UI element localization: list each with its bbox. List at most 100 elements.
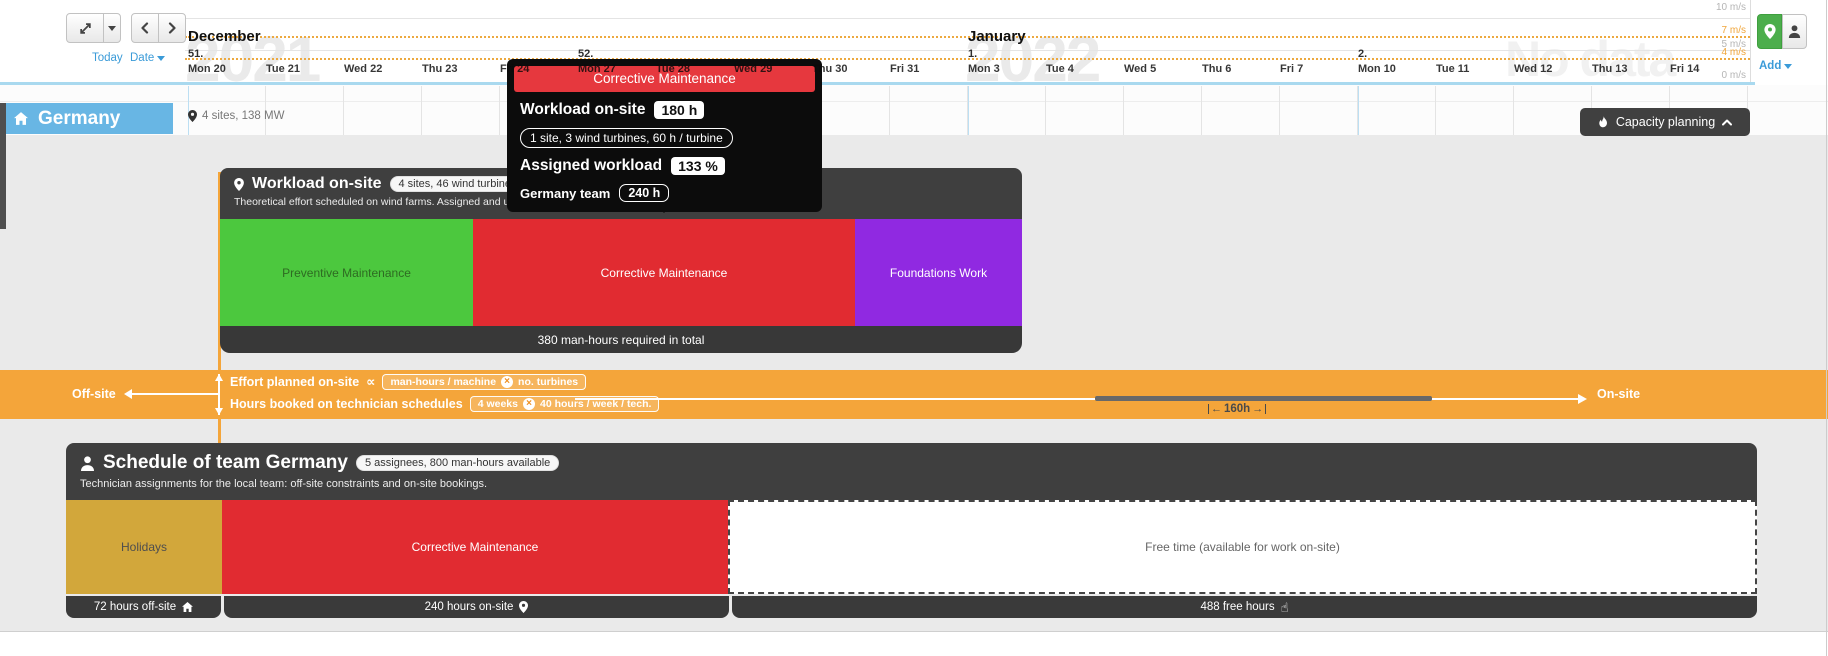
schedule-panel-badge: 5 assignees, 800 man-hours available (356, 455, 559, 471)
capacity-planning-app: 2021 2022 No data 10 m/s 7 m/s 5 m/s 4 m… (0, 0, 1828, 656)
add-dropdown[interactable]: Add (1759, 60, 1792, 72)
arrow-up-head-icon (215, 374, 223, 381)
workload-blocks: Preventive Maintenance Corrective Mainte… (220, 219, 1022, 326)
day-label: Fri 7 (1280, 63, 1303, 75)
on-site-hours-label: 240 hours on-site (425, 601, 514, 613)
workload-panel-title: Workload on-site (252, 175, 382, 193)
schedule-block-label: Holidays (121, 540, 167, 554)
day-label: Wed 22 (344, 63, 382, 75)
vertical-double-arrow (218, 374, 220, 415)
task-block-preventive-maintenance[interactable]: Preventive Maintenance (220, 219, 473, 326)
schedule-block-holidays[interactable]: Holidays (66, 500, 222, 594)
on-site-hours-footer: 240 hours on-site (224, 596, 729, 618)
workload-panel-footer: 380 man-hours required in total (220, 326, 1022, 353)
off-site-arrow (131, 393, 219, 395)
task-block-corrective-maintenance[interactable]: Corrective Maintenance (473, 219, 855, 326)
today-button[interactable]: Today (92, 52, 123, 64)
location-pin-icon (1764, 24, 1776, 39)
dimension-arrow-right-icon: → (1252, 404, 1263, 415)
schedule-panel-header: Schedule of team Germany 5 assignees, 80… (66, 443, 1757, 500)
expand-diagonal-icon (79, 22, 92, 35)
on-site-label: On-site (1597, 387, 1640, 401)
day-label: Tue 4 (1046, 63, 1074, 75)
schedule-footers: 72 hours off-site 240 hours on-site 488 … (66, 596, 1757, 618)
day-label: Wed 29 (734, 63, 772, 75)
tooltip-team-value: 240 h (619, 184, 669, 202)
chevron-left-icon (140, 22, 150, 34)
collapsed-panel-edge[interactable] (0, 103, 6, 229)
wind-scale-label: 7 m/s (1694, 25, 1746, 36)
task-tooltip: Corrective Maintenance Workload on-site … (507, 59, 822, 212)
free-hours-footer: 488 free hours ☝ (732, 596, 1757, 618)
arrow-left-head-icon (124, 389, 132, 399)
bottom-strip (0, 631, 1828, 656)
day-label: Fri 24 (500, 63, 529, 75)
formula-right: no. turbines (518, 376, 578, 388)
week-gridline (1358, 86, 1359, 135)
chevron-right-icon (167, 22, 177, 34)
day-label: Fri 14 (1670, 63, 1699, 75)
day-label: Thu 23 (422, 63, 457, 75)
zoom-options-button[interactable] (103, 13, 121, 43)
off-site-label: Off-site (72, 387, 116, 401)
team-meta: 4 sites, 138 MW (188, 110, 284, 122)
hand-pointer-icon: ☝ (1281, 601, 1289, 614)
day-label: Thu 6 (1202, 63, 1231, 75)
date-dropdown[interactable]: Date (130, 52, 165, 64)
team-schedule-panel: Schedule of team Germany 5 assignees, 80… (66, 443, 1757, 618)
hours-booked-label: Hours booked on technician schedules (230, 397, 463, 411)
schedule-block-corrective-maintenance[interactable]: Corrective Maintenance (222, 500, 728, 594)
team-meta-text: 4 sites, 138 MW (202, 110, 284, 122)
capacity-planning-label: Capacity planning (1616, 115, 1715, 129)
fire-icon (1598, 116, 1609, 129)
day-label: Thu 30 (812, 63, 847, 75)
tooltip-workload-label: Workload on-site (520, 101, 645, 119)
booked-hours-dimension: ← 160h → (1208, 403, 1266, 415)
wind-scale-label: 0 m/s (1694, 70, 1746, 81)
tooltip-workload-value: 180 h (654, 101, 704, 119)
wind-gridline-10 (185, 18, 1750, 19)
day-label: Mon 3 (968, 63, 1000, 75)
schedule-block-free-time[interactable]: Free time (available for work on-site) (728, 500, 1757, 594)
schedule-block-label: Free time (available for work on-site) (1145, 540, 1340, 554)
wind-scale-label: 4 m/s (1694, 47, 1746, 58)
next-period-button[interactable] (158, 13, 186, 43)
sites-view-button[interactable] (1757, 14, 1782, 49)
effort-planned-label: Effort planned on-site (230, 375, 359, 389)
proportional-icon: ∝ (366, 374, 375, 390)
multiply-icon: × (501, 376, 513, 388)
schedule-panel-description: Technician assignments for the local tea… (80, 478, 1743, 490)
task-block-foundations-work[interactable]: Foundations Work (855, 219, 1022, 326)
day-label: Fri 31 (890, 63, 919, 75)
person-icon (1788, 25, 1801, 38)
arrow-down-head-icon (215, 408, 223, 415)
week-label: 51. (188, 48, 203, 60)
chevron-down-icon (157, 56, 165, 61)
teams-view-button[interactable] (1782, 14, 1807, 49)
chevron-down-icon (108, 26, 116, 31)
capacity-planning-button[interactable]: Capacity planning (1580, 108, 1750, 136)
day-label: Thu 13 (1592, 63, 1627, 75)
previous-period-button[interactable] (131, 13, 159, 43)
wind-scale-label: 10 m/s (1694, 2, 1746, 13)
tooltip-note-pill: 1 site, 3 wind turbines, 60 h / turbine (520, 128, 733, 148)
week-label: 52. (578, 48, 593, 60)
booked-hours-segment[interactable] (1095, 396, 1432, 401)
multiply-icon: × (523, 398, 535, 410)
timeline-bottom-border (0, 82, 1755, 85)
capacity-band: Off-site Effort planned on-site ∝ man-ho… (0, 370, 1828, 419)
team-row-header-germany[interactable]: Germany (0, 103, 173, 134)
week-label: 2. (1358, 48, 1367, 60)
zoom-range-button[interactable] (66, 13, 104, 43)
home-icon (182, 602, 193, 612)
off-site-hours-label: 72 hours off-site (94, 601, 176, 613)
week-gridline (968, 86, 969, 135)
arrow-right-head-icon (1578, 394, 1587, 404)
schedule-block-label: Corrective Maintenance (412, 540, 539, 554)
day-label: Wed 5 (1124, 63, 1156, 75)
task-block-label: Preventive Maintenance (282, 266, 411, 280)
chevron-up-icon (1722, 119, 1732, 126)
tooltip-team-label: Germany team (520, 186, 610, 201)
location-pin-icon (188, 110, 197, 122)
booked-hours-value: 160h (1224, 403, 1250, 415)
